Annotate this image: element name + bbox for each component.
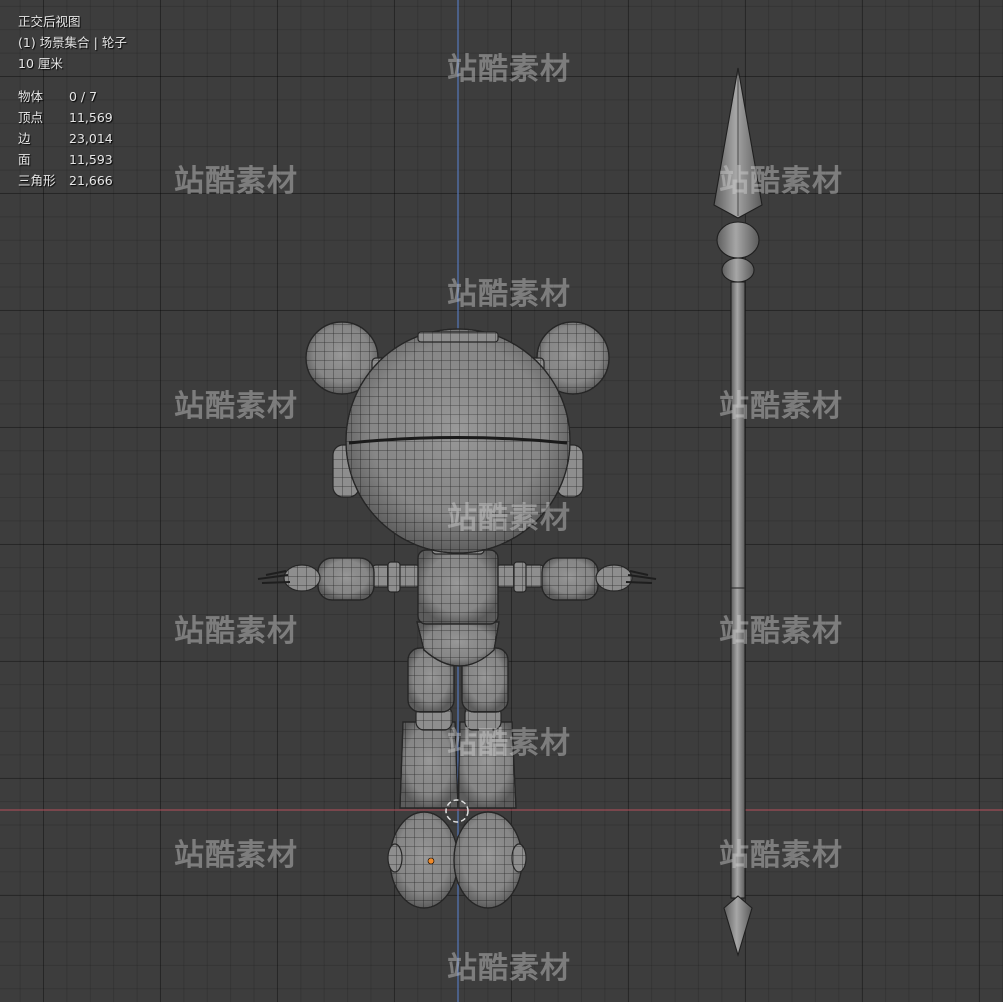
grid-scale-label: 10 厘米: [18, 56, 63, 71]
stat-value: 0 / 7: [69, 89, 98, 104]
stat-value: 11,569: [69, 110, 113, 125]
object-origin: [427, 857, 435, 865]
stat-row-objects: 物体 0 / 7: [18, 86, 127, 107]
character-feet: [387, 811, 527, 909]
stat-label: 顶点: [18, 110, 44, 125]
stat-value: 23,014: [69, 131, 113, 146]
spear-model[interactable]: [713, 67, 763, 957]
stat-row-faces: 面 11,593: [18, 149, 127, 170]
stat-row-edges: 边 23,014: [18, 128, 127, 149]
character-model[interactable]: [257, 321, 657, 909]
stat-row-vertices: 顶点 11,569: [18, 107, 127, 128]
stat-label: 三角形: [18, 173, 56, 188]
3d-viewport[interactable]: 站酷素材 站酷素材 站酷素材 站酷素材 站酷素材 站酷素材 站酷素材 站酷素材 …: [0, 0, 1003, 1002]
stat-row-triangles: 三角形 21,666: [18, 170, 127, 191]
scene-canvas[interactable]: [0, 0, 1003, 1002]
stat-label: 面: [18, 152, 31, 167]
stat-label: 物体: [18, 89, 44, 104]
viewport-info-overlay: 正交后视图 (1) 场景集合 | 轮子 10 厘米 物体 0 / 7 顶点 11…: [18, 11, 127, 191]
stat-value: 21,666: [69, 173, 113, 188]
character-head: [345, 328, 571, 554]
stat-value: 11,593: [69, 152, 113, 167]
view-name-label: 正交后视图: [18, 14, 81, 29]
scene-statistics: 物体 0 / 7 顶点 11,569 边 23,014 面 11,593 三角形…: [18, 86, 127, 191]
collection-label: (1) 场景集合 | 轮子: [18, 35, 127, 50]
stat-label: 边: [18, 131, 31, 146]
